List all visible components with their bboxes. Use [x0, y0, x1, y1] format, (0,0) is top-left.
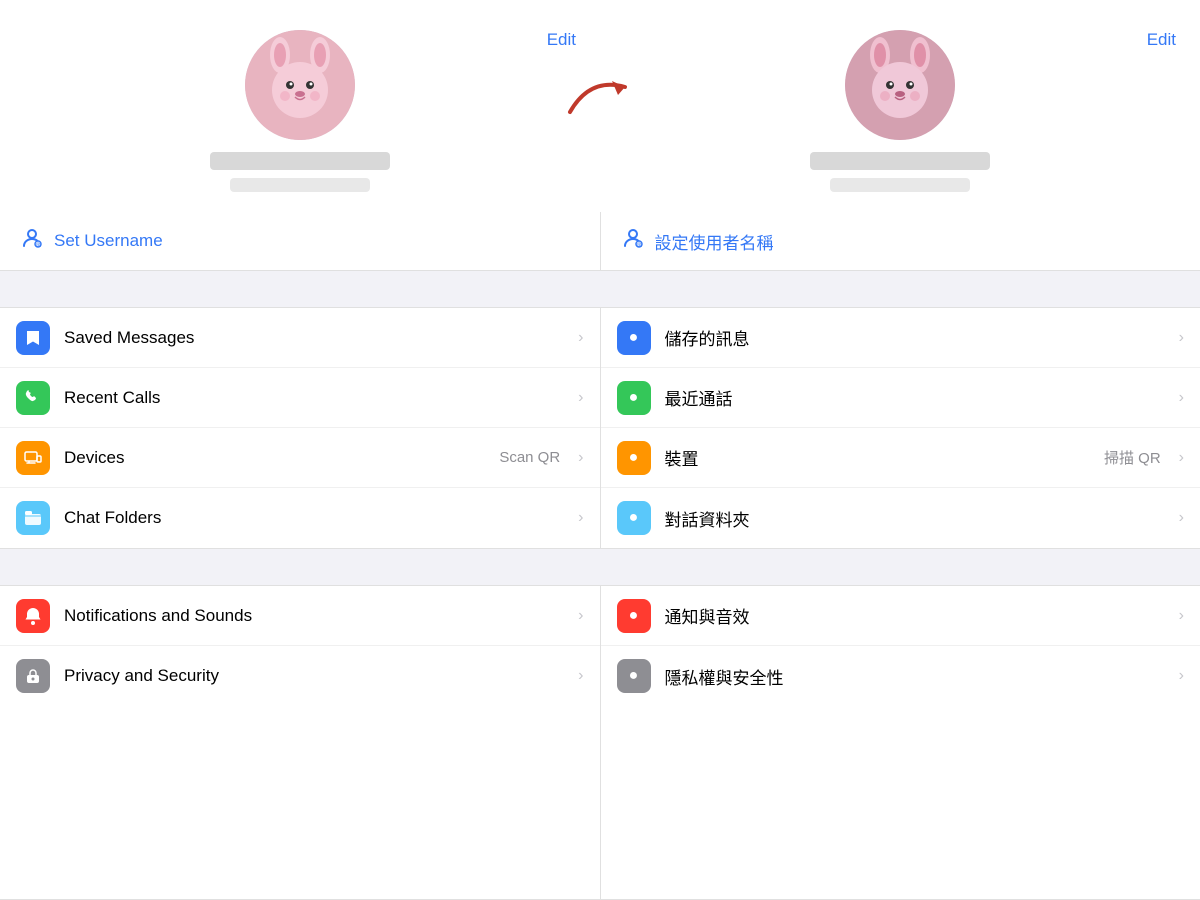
- notifications-zh-icon: ●: [617, 599, 651, 633]
- saved-messages-zh-chevron: ›: [1179, 329, 1184, 347]
- right-profile-name: [810, 152, 990, 170]
- recent-calls-icon: [16, 381, 50, 415]
- left-menu-column: Saved Messages › Recent Calls › Devices Scan …: [0, 308, 600, 548]
- left-profile-name: [210, 152, 390, 170]
- menu-item-notifications-zh[interactable]: ● 通知與音效 ›: [601, 586, 1200, 646]
- left-profile-panel: Edit: [0, 30, 600, 192]
- menu-item-devices[interactable]: Devices Scan QR ›: [0, 428, 600, 488]
- privacy-zh-chevron: ›: [1179, 667, 1184, 685]
- right-profile-sub: [830, 178, 970, 192]
- menu-item-notifications[interactable]: Notifications and Sounds ›: [0, 586, 600, 646]
- menu-item-chat-folders-zh[interactable]: ● 對話資料夾 ›: [601, 488, 1200, 548]
- privacy-icon: [16, 659, 50, 693]
- recent-calls-chevron: ›: [578, 389, 583, 407]
- bottom-menu-section: Notifications and Sounds›Privacy and Sec…: [0, 585, 1200, 900]
- menu-item-privacy-zh[interactable]: ● 隱私權與安全性 ›: [601, 646, 1200, 706]
- notifications-zh-label: 通知與音效: [665, 603, 1165, 628]
- chat-folders-zh-label: 對話資料夾: [665, 506, 1165, 531]
- menu-item-chat-folders[interactable]: Chat Folders ›: [0, 488, 600, 548]
- right-bottom-menu-column: ● 通知與音效 › ● 隱私權與安全性 ›: [600, 586, 1200, 899]
- privacy-zh-icon: ●: [617, 659, 651, 693]
- privacy-zh-label: 隱私權與安全性: [665, 664, 1165, 689]
- svg-text:@: @: [636, 243, 641, 249]
- profile-section: Edit: [0, 0, 1200, 212]
- menu-item-saved-messages-zh[interactable]: ● 儲存的訊息 ›: [601, 308, 1200, 368]
- recent-calls-zh-icon: ●: [617, 381, 651, 415]
- recent-calls-zh-chevron: ›: [1179, 389, 1184, 407]
- section-divider-2: [0, 549, 1200, 585]
- recent-calls-zh-label: 最近通話: [665, 385, 1165, 410]
- right-username-panel[interactable]: @ 設定使用者名稱: [600, 212, 1200, 270]
- right-menu-column: ● 儲存的訊息 › ● 最近通話 › ● 裝置掃描 QR › ● 對話資料夾 ›: [600, 308, 1200, 548]
- notifications-icon: [16, 599, 50, 633]
- menu-item-saved-messages[interactable]: Saved Messages ›: [0, 308, 600, 368]
- notifications-chevron: ›: [578, 607, 583, 625]
- menu-item-recent-calls[interactable]: Recent Calls ›: [0, 368, 600, 428]
- privacy-label: Privacy and Security: [64, 666, 564, 686]
- left-username-panel[interactable]: @ Set Username: [0, 212, 600, 270]
- recent-calls-label: Recent Calls: [64, 388, 564, 408]
- devices-zh-label: 裝置: [665, 445, 1091, 470]
- saved-messages-chevron: ›: [578, 329, 583, 347]
- devices-label: Devices: [64, 448, 485, 468]
- right-edit-button[interactable]: Edit: [1147, 30, 1176, 50]
- notifications-zh-chevron: ›: [1179, 607, 1184, 625]
- devices-icon: [16, 441, 50, 475]
- username-section: @ Set Username @ 設定使用者名稱: [0, 212, 1200, 271]
- devices-zh-icon: ●: [617, 441, 651, 475]
- menu-item-recent-calls-zh[interactable]: ● 最近通話 ›: [601, 368, 1200, 428]
- section-divider-1: [0, 271, 1200, 307]
- devices-extra: Scan QR: [499, 449, 560, 466]
- right-username-label: 設定使用者名稱: [655, 229, 774, 254]
- saved-messages-icon: [16, 321, 50, 355]
- chat-folders-zh-chevron: ›: [1179, 509, 1184, 527]
- left-bottom-menu-column: Notifications and Sounds›Privacy and Sec…: [0, 586, 600, 899]
- privacy-chevron: ›: [578, 667, 583, 685]
- left-profile-sub: [230, 178, 370, 192]
- left-username-icon: @: [20, 226, 44, 256]
- chat-folders-icon: [16, 501, 50, 535]
- chat-folders-zh-icon: ●: [617, 501, 651, 535]
- left-edit-button[interactable]: Edit: [547, 30, 576, 50]
- menu-item-privacy[interactable]: Privacy and Security ›: [0, 646, 600, 706]
- svg-text:@: @: [36, 243, 41, 249]
- main-menu-section: Saved Messages › Recent Calls › Devices Scan …: [0, 307, 1200, 549]
- left-avatar: [245, 30, 355, 140]
- notifications-label: Notifications and Sounds: [64, 606, 564, 626]
- saved-messages-zh-label: 儲存的訊息: [665, 325, 1165, 350]
- right-username-icon: @: [621, 226, 645, 256]
- chat-folders-label: Chat Folders: [64, 508, 564, 528]
- saved-messages-label: Saved Messages: [64, 328, 564, 348]
- menu-item-devices-zh[interactable]: ● 裝置掃描 QR ›: [601, 428, 1200, 488]
- chat-folders-chevron: ›: [578, 509, 583, 527]
- left-username-label: Set Username: [54, 231, 163, 251]
- right-profile-panel: Edit: [600, 30, 1200, 192]
- saved-messages-zh-icon: ●: [617, 321, 651, 355]
- right-avatar: [845, 30, 955, 140]
- devices-zh-extra: 掃描 QR: [1104, 447, 1161, 468]
- devices-zh-chevron: ›: [1179, 449, 1184, 467]
- devices-chevron: ›: [578, 449, 583, 467]
